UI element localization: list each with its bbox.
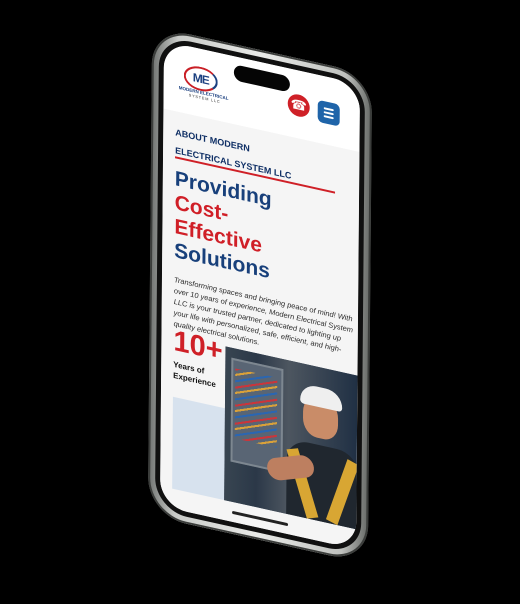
brand-logo[interactable]: ME MODERN ELECTRICAL SYSTEM LLC (174, 61, 230, 113)
phone-icon: ☎ (290, 95, 307, 115)
call-button[interactable]: ☎ (287, 92, 310, 119)
mockup-stage: ME MODERN ELECTRICAL SYSTEM LLC ☎ ABOUT … (0, 0, 520, 604)
menu-icon-line (323, 115, 334, 120)
phone-mockup: ME MODERN ELECTRICAL SYSTEM LLC ☎ ABOUT … (147, 26, 373, 564)
about-section: ABOUT MODERN ELECTRICAL SYSTEM LLC Provi… (159, 108, 360, 550)
decorative-blue-block (172, 396, 231, 502)
electrician-photo (224, 346, 358, 530)
electrical-wires (234, 368, 278, 448)
phone-screen: ME MODERN ELECTRICAL SYSTEM LLC ☎ ABOUT … (159, 40, 361, 550)
menu-button[interactable] (317, 99, 340, 127)
